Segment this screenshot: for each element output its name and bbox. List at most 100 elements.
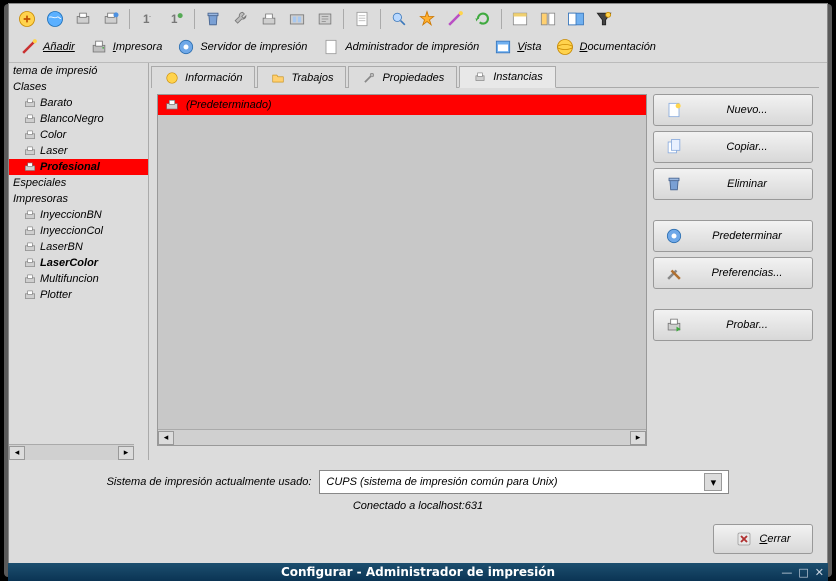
toolbar-view1-icon[interactable] [508, 7, 532, 31]
menu-admin[interactable]: Administrador de impresión [315, 36, 485, 58]
printer-icon [23, 129, 37, 141]
sidebar-item-label: Plotter [40, 289, 72, 301]
scroll-left-icon[interactable]: ◂ [158, 431, 174, 445]
sidebar-item-profesional[interactable]: Profesional [9, 159, 148, 175]
toolbar-printer1-icon[interactable] [71, 7, 95, 31]
tab-properties[interactable]: Propiedades [348, 66, 457, 88]
system-dropdown[interactable]: CUPS (sistema de impresión común para Un… [319, 470, 729, 494]
toolbar-tool4-icon[interactable] [285, 7, 309, 31]
toolbar-filter-icon[interactable] [592, 7, 616, 31]
close-window-icon[interactable]: ✕ [815, 566, 824, 579]
scroll-right-icon[interactable]: ▸ [118, 446, 134, 460]
sidebar-group-classes[interactable]: Clases [9, 79, 148, 95]
menu-docs-label: ocumentación [587, 41, 656, 53]
sidebar-item-label: Profesional [40, 161, 100, 173]
help-icon [555, 37, 575, 57]
toolbar-tool5-icon[interactable] [313, 7, 337, 31]
menubar: Añadir Impresora Servidor de impresión A… [9, 34, 827, 62]
tab-information[interactable]: Información [151, 66, 255, 88]
sidebar-item-label: BlancoNegro [40, 113, 104, 125]
sidebar-group-printers[interactable]: Impresoras [9, 191, 148, 207]
printer-icon [23, 289, 37, 301]
printer-test-icon [664, 315, 684, 335]
toolbar-wrench-icon[interactable] [229, 7, 253, 31]
window-titlebar: Configurar - Administrador de impresión … [8, 563, 828, 581]
sidebar-item-laserbn[interactable]: LaserBN [9, 239, 148, 255]
sidebar-item-lasercolor[interactable]: LaserColor [9, 255, 148, 271]
toolbar-num1-icon[interactable]: 1- [136, 7, 160, 31]
tab-label: Instancias [493, 71, 543, 83]
sidebar-item-inyeccioncol[interactable]: InyeccionCol [9, 223, 148, 239]
preferences-button[interactable]: Preferencias... [653, 257, 813, 289]
toolbar-star-icon[interactable] [415, 7, 439, 31]
tab-instances[interactable]: Instancias [459, 66, 556, 88]
menu-server[interactable]: Servidor de impresión [170, 36, 313, 58]
toolbar-globe-icon[interactable] [43, 7, 67, 31]
sidebar-item-plotter[interactable]: Plotter [9, 287, 148, 303]
toolbar-view3-icon[interactable] [564, 7, 588, 31]
chevron-down-icon[interactable]: ▾ [704, 473, 722, 491]
printer-icon [23, 225, 37, 237]
button-label: Predeterminar [692, 230, 802, 242]
toolbar-add-icon[interactable] [15, 7, 39, 31]
doc-icon [321, 37, 341, 57]
sidebar-item-multifuncion[interactable]: Multifuncion [9, 271, 148, 287]
sidebar-item-laser[interactable]: Laser [9, 143, 148, 159]
list-item-default[interactable]: (Predeterminado) [158, 95, 646, 115]
sidebar-hscroll[interactable]: ◂ ▸ [9, 444, 134, 460]
sidebar-group-specials[interactable]: Especiales [9, 175, 148, 191]
button-label: Eliminar [692, 178, 802, 190]
sidebar-item-blanconegro[interactable]: BlancoNegro [9, 111, 148, 127]
toolbar-tool3-icon[interactable] [257, 7, 281, 31]
action-buttons: Nuevo... Copiar... Eliminar Predetermina… [653, 94, 813, 446]
svg-text:-: - [149, 13, 151, 20]
test-button[interactable]: Probar... [653, 309, 813, 341]
scroll-left-icon[interactable]: ◂ [9, 446, 25, 460]
printer-icon [89, 37, 109, 57]
menu-printer[interactable]: Impresora [83, 36, 169, 58]
gear-icon [176, 37, 196, 57]
printer-icon [23, 209, 37, 221]
menu-view-label: ista [524, 41, 541, 53]
printer-icon [164, 98, 180, 112]
listing-hscroll[interactable]: ◂ ▸ [158, 429, 646, 445]
maximize-icon[interactable]: □ [798, 566, 808, 579]
sidebar-item-label: Color [40, 129, 66, 141]
toolbar: 1- 1 [9, 4, 827, 34]
copy-button[interactable]: Copiar... [653, 131, 813, 163]
toolbar-wand-icon[interactable] [443, 7, 467, 31]
sidebar-item-inyeccionbn[interactable]: InyeccionBN [9, 207, 148, 223]
svg-text:1: 1 [171, 13, 178, 26]
tools-icon [361, 71, 377, 85]
sidebar-item-color[interactable]: Color [9, 127, 148, 143]
close-icon [735, 530, 753, 548]
sidebar-item-barato[interactable]: Barato [9, 95, 148, 111]
sidebar: tema de impresió Clases Barato BlancoNeg… [9, 63, 149, 460]
minimize-icon[interactable]: — [781, 566, 792, 579]
toolbar-refresh-icon[interactable] [471, 7, 495, 31]
toolbar-trash-icon[interactable] [201, 7, 225, 31]
delete-button[interactable]: Eliminar [653, 168, 813, 200]
menu-docs[interactable]: Documentación [549, 36, 661, 58]
toolbar-search-icon[interactable] [387, 7, 411, 31]
menu-add[interactable]: Añadir [13, 36, 81, 58]
gear-icon [664, 226, 684, 246]
sidebar-item-label: Laser [40, 145, 68, 157]
close-button[interactable]: Cerrar [713, 524, 813, 554]
new-button[interactable]: Nuevo... [653, 94, 813, 126]
scroll-right-icon[interactable]: ▸ [630, 431, 646, 445]
menu-view[interactable]: Vista [487, 36, 547, 58]
toolbar-doc-icon[interactable] [350, 7, 374, 31]
printer-icon [23, 97, 37, 109]
tab-jobs[interactable]: Trabajos [257, 66, 346, 88]
list-item-label: (Predeterminado) [186, 99, 272, 111]
menu-add-label: Añadir [43, 41, 75, 53]
window-title: Configurar - Administrador de impresión [281, 565, 555, 579]
trash-icon [664, 174, 684, 194]
doc-new-icon [664, 100, 684, 120]
toolbar-printer2-icon[interactable] [99, 7, 123, 31]
setdefault-button[interactable]: Predeterminar [653, 220, 813, 252]
system-label: Sistema de impresión actualmente usado: [107, 476, 312, 488]
toolbar-num1b-icon[interactable]: 1 [164, 7, 188, 31]
toolbar-view2-icon[interactable] [536, 7, 560, 31]
